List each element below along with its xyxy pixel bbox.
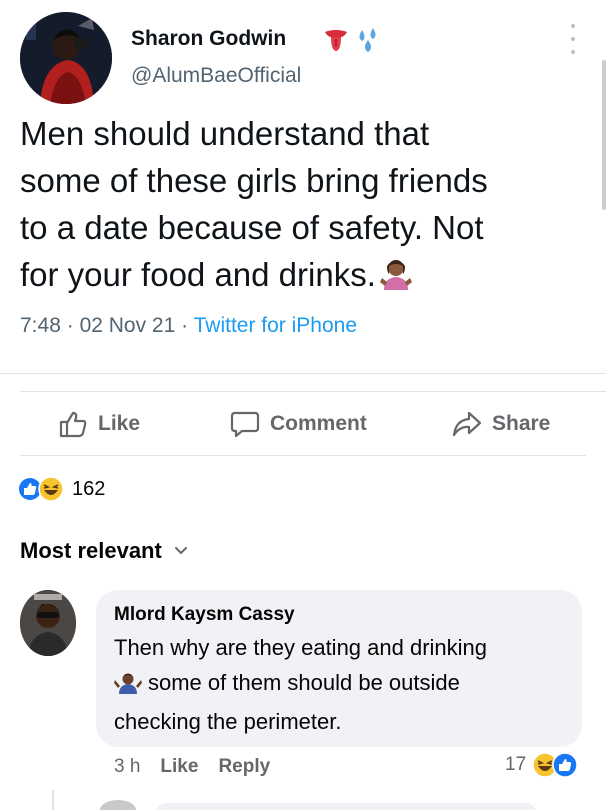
comment-button[interactable]: Comment	[230, 410, 367, 438]
comment-text: Then why are they eating and drinking so…	[114, 630, 574, 739]
share-button[interactable]: Share	[452, 410, 550, 438]
like-button[interactable]: Like	[58, 410, 140, 438]
comment-text-line: checking the perimeter.	[114, 709, 342, 734]
tweet-date: 02 Nov 21	[79, 314, 176, 337]
comment-bubble-icon	[230, 411, 260, 438]
like-label: Like	[98, 412, 141, 435]
comment-reaction-icons	[532, 752, 578, 778]
divider-bottom	[20, 455, 586, 456]
display-name[interactable]: Sharon Godwin	[131, 27, 286, 51]
comment-author[interactable]: Mlord Kaysm Cassy	[114, 604, 295, 626]
sweat-droplets-icon	[359, 28, 376, 52]
comment-reply-button[interactable]: Reply	[218, 756, 270, 778]
tweet-text-line: Men should understand that	[20, 115, 430, 152]
sort-label: Most relevant	[20, 538, 162, 563]
comment-reactions[interactable]: 17	[505, 752, 578, 778]
tweet-source-link[interactable]: Twitter for iPhone	[194, 314, 357, 337]
chevron-down-icon	[174, 547, 187, 555]
comment-label: Comment	[270, 412, 367, 435]
commenter-photo-icon	[20, 590, 76, 656]
tweet-time: 7:48	[20, 314, 61, 337]
commenter-avatar[interactable]	[20, 590, 76, 656]
post-action-bar: Like Comment Share	[0, 390, 606, 454]
person-gesturing-emoji-icon	[114, 669, 142, 704]
comment-text-line: Then why are they eating and drinking	[114, 635, 488, 660]
comment-reaction-count: 17	[505, 754, 527, 775]
meta-separator: ·	[66, 314, 74, 337]
comment-time: 3 h	[114, 756, 141, 777]
reaction-summary[interactable]: 162	[18, 476, 105, 502]
comment-text-line-2: some of them should be outside	[114, 665, 574, 704]
reaction-count: 162	[72, 477, 106, 500]
share-arrow-icon	[452, 411, 482, 437]
name-emojis	[322, 26, 384, 54]
tweet-card: Sharon Godwin @AlumBaeOfficial Men shoul…	[0, 0, 606, 372]
tweet-text-line: for your food and drinks.	[20, 256, 376, 293]
tweet-meta: 7:48 · 02 Nov 21 · Twitter for iPhone	[20, 314, 357, 338]
comment-text-line: some of them should be outside	[148, 670, 460, 695]
like-reaction-icon	[552, 752, 578, 778]
person-shrugging-emoji-icon	[378, 256, 414, 304]
comment-like-button[interactable]: Like	[160, 756, 198, 778]
handle[interactable]: @AlumBaeOfficial	[131, 64, 301, 88]
tongue-emoji-icon	[325, 30, 347, 51]
more-options-icon[interactable]	[566, 24, 580, 54]
tweet-text-line-last: for your food and drinks.	[20, 251, 580, 304]
screenshot-edge-divider	[0, 373, 606, 374]
thread-connector	[52, 790, 54, 810]
next-comment-bubble	[156, 803, 536, 810]
thumbs-up-icon	[59, 411, 87, 438]
avatar-photo-icon	[20, 12, 112, 104]
next-commenter-avatar[interactable]	[100, 800, 136, 810]
meta-separator: ·	[181, 314, 189, 337]
comment-sort-dropdown[interactable]: Most relevant	[20, 538, 188, 564]
comment-bubble: Mlord Kaysm Cassy Then why are they eati…	[96, 590, 582, 747]
tweet-text-line: some of these girls bring friends	[20, 162, 488, 199]
share-label: Share	[492, 412, 551, 435]
tweet-text: Men should understand that some of these…	[20, 110, 580, 304]
tweet-text-line: to a date because of safety. Not	[20, 209, 484, 246]
scrollbar[interactable]	[602, 60, 606, 210]
comment-actions: 3 h Like Reply	[114, 756, 270, 778]
profile-avatar[interactable]	[20, 12, 112, 104]
haha-reaction-icon	[38, 476, 64, 502]
